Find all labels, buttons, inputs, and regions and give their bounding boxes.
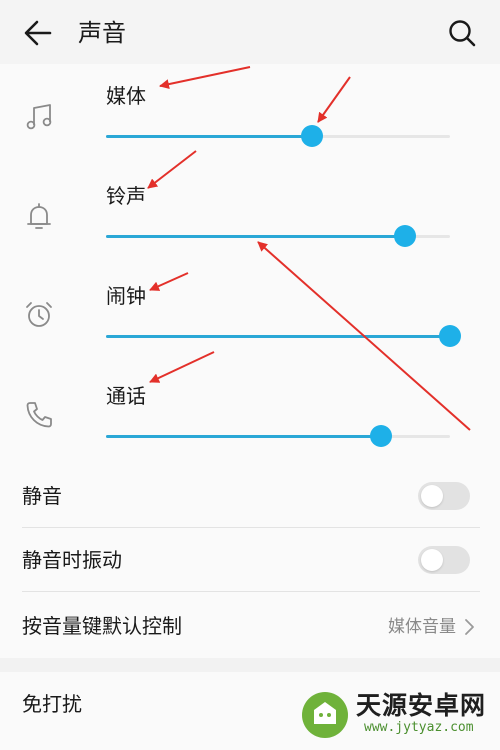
mute-switch[interactable] [418, 482, 470, 510]
alarm-volume-fill [106, 335, 450, 338]
vibrate-on-mute-label: 静音时振动 [22, 548, 122, 572]
phone-icon [26, 402, 52, 428]
music-note-icon [26, 104, 52, 130]
call-volume-slider[interactable] [106, 425, 450, 447]
top-bar: 声音 [0, 0, 500, 64]
watermark: 天源安卓网 www.jytyaz.com [300, 686, 490, 742]
volume-key-default-value: 媒体音量 [388, 617, 456, 637]
watermark-url: www.jytyaz.com [364, 720, 474, 735]
alarm-volume-slider[interactable] [106, 325, 461, 347]
chevron-right-icon [465, 619, 474, 635]
call-volume-fill [106, 435, 382, 438]
call-volume-thumb[interactable] [370, 425, 393, 447]
call-volume-label: 通话 [106, 384, 146, 408]
alarm-clock-icon [26, 302, 52, 327]
alarm-volume-row: 闹钟 [0, 264, 500, 364]
page-title: 声音 [78, 19, 126, 47]
alarm-volume-label: 闹钟 [106, 284, 146, 308]
volume-key-default-label: 按音量键默认控制 [22, 614, 182, 638]
search-icon[interactable] [444, 16, 480, 50]
call-volume-row: 通话 [0, 364, 500, 464]
sound-settings-card: 媒体 铃声 闹钟 通话 静音 静音时振动 按音量键默认控制 媒体音量 [0, 64, 500, 658]
media-volume-fill [106, 135, 313, 138]
do-not-disturb-label: 免打扰 [22, 692, 82, 716]
bell-icon [27, 203, 51, 229]
ringtone-volume-fill [106, 235, 406, 238]
media-volume-thumb[interactable] [301, 125, 324, 147]
media-volume-slider[interactable] [106, 125, 450, 147]
vibrate-on-mute-row[interactable]: 静音时振动 [0, 528, 500, 592]
media-volume-row: 媒体 [0, 64, 500, 164]
mute-row[interactable]: 静音 [0, 464, 500, 528]
arrow-left-icon[interactable] [20, 16, 56, 50]
mute-switch-knob [421, 485, 443, 507]
ringtone-volume-slider[interactable] [106, 225, 450, 247]
vibrate-on-mute-switch-knob [421, 549, 443, 571]
alarm-volume-thumb[interactable] [439, 325, 461, 347]
ringtone-volume-row: 铃声 [0, 164, 500, 264]
ringtone-volume-label: 铃声 [106, 184, 146, 208]
volume-key-default-row[interactable]: 按音量键默认控制 媒体音量 [0, 592, 500, 656]
vibrate-on-mute-switch[interactable] [418, 546, 470, 574]
do-not-disturb-row[interactable]: 免打扰 天源安卓网 www.jytyaz.com [0, 672, 500, 750]
watermark-text: 天源安卓网 [356, 691, 487, 720]
watermark-logo-icon [302, 692, 348, 738]
media-volume-label: 媒体 [106, 84, 146, 108]
ringtone-volume-thumb[interactable] [394, 225, 417, 247]
mute-label: 静音 [22, 484, 62, 508]
